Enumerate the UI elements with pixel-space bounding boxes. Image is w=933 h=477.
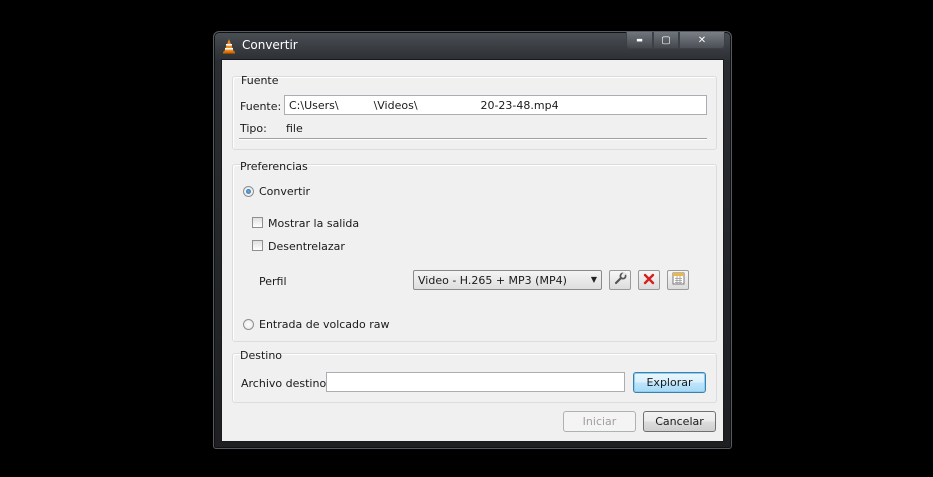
- deinterlace-label[interactable]: Desentrelazar: [268, 240, 345, 253]
- convert-radio[interactable]: [243, 186, 254, 197]
- close-button[interactable]: ✕: [679, 32, 725, 49]
- show-output-label[interactable]: Mostrar la salida: [268, 217, 359, 230]
- source-separator: [239, 138, 707, 140]
- edit-profile-button[interactable]: [609, 270, 631, 290]
- destination-group-title: Destino: [240, 349, 283, 362]
- browse-button-label: Explorar: [646, 376, 693, 389]
- profile-label: Perfil: [259, 275, 287, 288]
- minimize-button[interactable]: ▬: [626, 32, 653, 49]
- title-bar[interactable]: Convertir ▬ ▢ ✕: [214, 32, 731, 59]
- raw-dump-radio[interactable]: [243, 319, 254, 330]
- chevron-down-icon: ▼: [590, 275, 597, 284]
- destination-file-field[interactable]: [326, 372, 625, 392]
- cancel-button-label: Cancelar: [655, 415, 704, 428]
- show-output-checkbox[interactable]: [252, 217, 263, 228]
- delete-icon: [643, 273, 655, 288]
- window-title: Convertir: [242, 38, 298, 52]
- source-group-title: Fuente: [241, 74, 279, 87]
- convert-label[interactable]: Convertir: [259, 185, 310, 198]
- profile-dropdown[interactable]: Video - H.265 + MP3 (MP4) ▼: [413, 270, 602, 290]
- raw-dump-label[interactable]: Entrada de volcado raw: [259, 318, 390, 331]
- delete-profile-button[interactable]: [638, 270, 660, 290]
- profile-selected-value: Video - H.265 + MP3 (MP4): [418, 274, 567, 287]
- maximize-icon: ▢: [661, 34, 671, 46]
- deinterlace-checkbox[interactable]: [252, 240, 263, 251]
- start-button[interactable]: Iniciar: [563, 411, 636, 432]
- preferences-group-title: Preferencias: [240, 160, 308, 173]
- destination-file-label: Archivo destino:: [241, 377, 330, 390]
- vlc-cone-icon: [221, 38, 237, 54]
- cancel-button[interactable]: Cancelar: [643, 411, 716, 432]
- close-icon: ✕: [697, 34, 707, 46]
- browse-button[interactable]: Explorar: [633, 372, 706, 393]
- dialog-body: Fuente Fuente: C:\Users\ \Videos\ 20-23-…: [221, 59, 724, 442]
- wrench-icon: [614, 271, 627, 288]
- source-type-label: Tipo:: [240, 122, 267, 135]
- source-file-label: Fuente:: [240, 100, 282, 113]
- minimize-icon: ▬: [636, 36, 643, 44]
- new-profile-button[interactable]: [667, 270, 689, 290]
- start-button-label: Iniciar: [582, 415, 617, 428]
- new-profile-icon: [672, 272, 685, 288]
- caption-buttons: ▬ ▢ ✕: [626, 32, 725, 50]
- source-file-field[interactable]: C:\Users\ \Videos\ 20-23-48.mp4: [284, 95, 707, 115]
- convert-dialog: Convertir ▬ ▢ ✕ Fuente Fuente: C:\Users\…: [213, 31, 732, 449]
- maximize-button[interactable]: ▢: [653, 32, 679, 49]
- source-type-value: file: [286, 122, 303, 135]
